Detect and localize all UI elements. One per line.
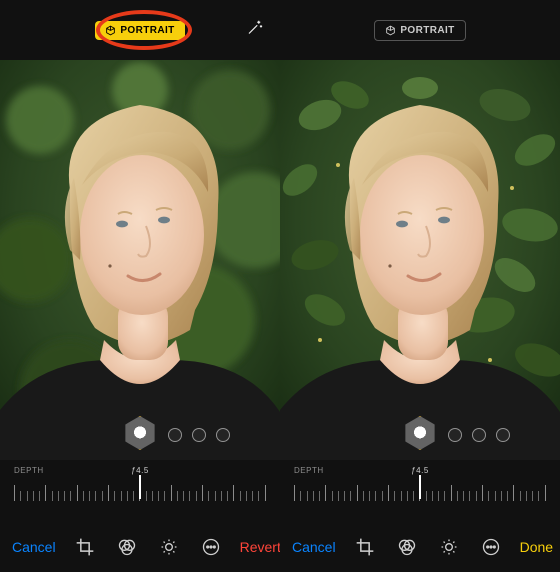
cancel-button[interactable]: Cancel xyxy=(12,539,56,555)
light-icon[interactable] xyxy=(438,536,460,558)
more-icon[interactable] xyxy=(200,536,222,558)
portrait-label: PORTRAIT xyxy=(120,25,174,36)
crop-icon[interactable] xyxy=(74,536,96,558)
photo-preview[interactable] xyxy=(280,60,560,460)
photo-preview[interactable] xyxy=(0,60,280,460)
depth-label: DEPTH xyxy=(14,466,68,475)
slider-thumb[interactable] xyxy=(419,475,421,499)
depth-control[interactable]: DEPTH ƒ4.5 xyxy=(280,460,560,522)
slider-thumb[interactable] xyxy=(139,475,141,499)
portrait-toggle[interactable]: PORTRAIT xyxy=(95,21,184,40)
depth-control[interactable]: DEPTH ƒ4.5 xyxy=(0,460,280,522)
magic-wand-icon[interactable] xyxy=(246,19,264,42)
portrait-toggle[interactable]: PORTRAIT xyxy=(374,20,465,41)
portrait-lighting-selector[interactable] xyxy=(401,414,439,452)
depth-slider[interactable] xyxy=(294,479,546,505)
aperture-value: ƒ4.5 xyxy=(68,466,212,475)
bottom-toolbar: Cancel Revert xyxy=(0,522,280,572)
filters-icon[interactable] xyxy=(116,536,138,558)
done-button[interactable]: Done xyxy=(520,539,553,555)
lighting-options[interactable] xyxy=(448,428,510,442)
aperture-value: ƒ4.5 xyxy=(348,466,492,475)
lighting-options[interactable] xyxy=(168,428,230,442)
topbar: PORTRAIT xyxy=(0,0,280,60)
revert-button[interactable]: Revert xyxy=(240,539,281,555)
depth-slider[interactable] xyxy=(14,479,266,505)
lighting-option[interactable] xyxy=(496,428,510,442)
depth-label: DEPTH xyxy=(294,466,348,475)
portrait-lighting-selector[interactable] xyxy=(121,414,159,452)
light-icon[interactable] xyxy=(158,536,180,558)
portrait-label: PORTRAIT xyxy=(400,25,454,36)
cancel-button[interactable]: Cancel xyxy=(292,539,336,555)
lighting-option[interactable] xyxy=(448,428,462,442)
cube-icon xyxy=(105,25,116,36)
bottom-toolbar: Cancel Done xyxy=(280,522,560,572)
cube-icon xyxy=(385,25,396,36)
more-icon[interactable] xyxy=(480,536,502,558)
screen-left: PORTRAIT xyxy=(0,0,280,572)
lighting-option[interactable] xyxy=(472,428,486,442)
lighting-option[interactable] xyxy=(168,428,182,442)
crop-icon[interactable] xyxy=(354,536,376,558)
filters-icon[interactable] xyxy=(396,536,418,558)
screen-right: PORTRAIT xyxy=(280,0,560,572)
lighting-option[interactable] xyxy=(216,428,230,442)
lighting-option[interactable] xyxy=(192,428,206,442)
topbar: PORTRAIT xyxy=(280,0,560,60)
